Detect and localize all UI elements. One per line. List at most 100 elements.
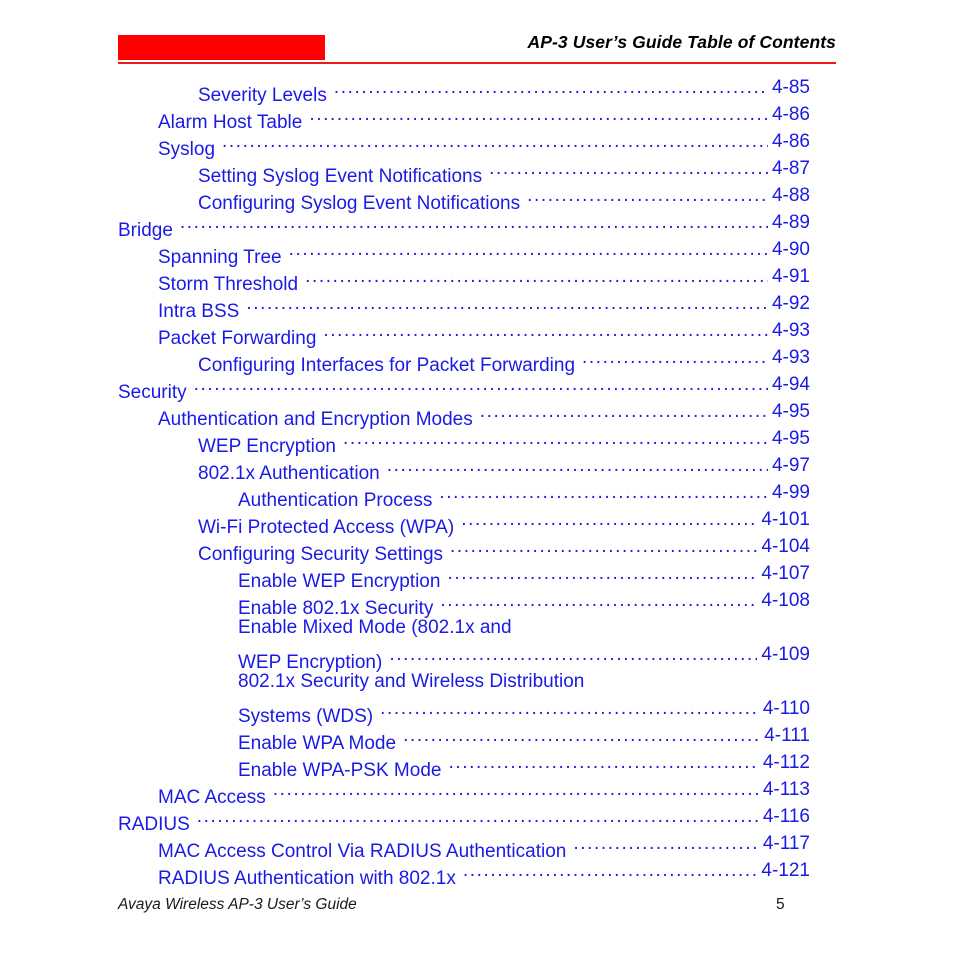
toc-entry[interactable]: Bridge4-89: [0, 209, 954, 241]
toc-entry-line: Spanning Tree: [158, 236, 768, 268]
toc-entry[interactable]: Systems (WDS)4-110: [0, 695, 954, 727]
toc-dot-leader: [582, 344, 768, 371]
toc-dot-leader: [480, 398, 768, 425]
toc-dot-leader: [573, 830, 758, 857]
toc-dot-leader: [273, 776, 759, 803]
toc-dot-leader: [448, 749, 758, 776]
toc-dot-leader: [387, 452, 768, 479]
toc-entry[interactable]: Syslog4-86: [0, 128, 954, 160]
toc-entry-line: Enable Mixed Mode (802.1x and: [238, 614, 519, 641]
toc-dot-leader: [447, 560, 757, 587]
toc-entry[interactable]: Storm Threshold4-91: [0, 263, 954, 295]
toc-entry[interactable]: Configuring Syslog Event Notifications4-…: [0, 182, 954, 214]
toc-entry[interactable]: Setting Syslog Event Notifications4-87: [0, 155, 954, 187]
toc-dot-leader: [323, 317, 768, 344]
toc-dot-leader: [197, 803, 759, 830]
toc-entry[interactable]: Alarm Host Table4-86: [0, 101, 954, 133]
toc-entry-page-number-text: 4-108: [761, 590, 810, 611]
toc-entry-page-number-text: 4-87: [771, 158, 810, 179]
toc-entry-line: RADIUS: [118, 803, 759, 835]
toc-entry[interactable]: Severity Levels4-85: [0, 74, 954, 106]
toc-entry-page-number-text: 4-90: [771, 239, 810, 260]
toc-entry-line: WEP Encryption): [238, 641, 757, 673]
toc-entry-line: Authentication Process: [238, 479, 768, 511]
toc-entry[interactable]: RADIUS Authentication with 802.1x 4-121: [0, 857, 954, 889]
avaya-logo-block: [118, 35, 325, 60]
toc-entry[interactable]: Enable WPA-PSK Mode4-112: [0, 749, 954, 781]
toc-entry[interactable]: Intra BSS4-92: [0, 290, 954, 322]
toc-entry-label: RADIUS Authentication with 802.1x: [158, 868, 456, 889]
toc-entry[interactable]: Wi-Fi Protected Access (WPA)4-101: [0, 506, 954, 538]
toc-entry[interactable]: Configuring Security Settings4-104: [0, 533, 954, 565]
toc-entry-line: Intra BSS: [158, 290, 768, 322]
toc-entry[interactable]: WEP Encryption4-95: [0, 425, 954, 457]
toc-dot-leader: [289, 236, 768, 263]
toc-entry-line: 802.1x Security and Wireless Distributio…: [238, 668, 591, 695]
toc-entry-line: Packet Forwarding: [158, 317, 768, 349]
toc-entry-page-number-text: 4-97: [771, 455, 810, 476]
toc-entry-line: Configuring Interfaces for Packet Forwar…: [198, 344, 768, 376]
toc-entry-page-number-text: 4-117: [762, 833, 810, 854]
toc-entry-page-number-text: 4-121: [761, 860, 810, 881]
toc-entry-line: Enable 802.1x Security: [238, 587, 757, 619]
toc-entry-page-number-text: 4-95: [771, 401, 810, 422]
toc-entry-line: Severity Levels: [198, 74, 768, 106]
toc-entry[interactable]: Enable Mixed Mode (802.1x and: [0, 614, 954, 641]
page-header: AP-3 User’s Guide Table of Contents: [118, 28, 836, 66]
toc-entry-page-number-text: 4-86: [771, 104, 810, 125]
toc-entry[interactable]: 802.1x Security and Wireless Distributio…: [0, 668, 954, 695]
toc-entry-line: Bridge: [118, 209, 768, 241]
toc-entry-page-number-text: 4-116: [762, 806, 810, 827]
toc-entry-line: 802.1x Authentication: [198, 452, 768, 484]
toc-entry-page-number-text: 4-91: [771, 266, 810, 287]
toc-entry-page-number-text: 4-99: [771, 482, 810, 503]
toc-entry[interactable]: Authentication Process4-99: [0, 479, 954, 511]
header-title: AP-3 User’s Guide Table of Contents: [527, 32, 836, 52]
toc-entry-page-number-text: 4-107: [761, 563, 810, 584]
toc-entry[interactable]: MAC Access Control Via RADIUS Authentica…: [0, 830, 954, 862]
toc-entry-line: RADIUS Authentication with 802.1x: [158, 857, 758, 889]
toc-entry[interactable]: Spanning Tree4-90: [0, 236, 954, 268]
toc-dot-leader: [489, 155, 768, 182]
table-of-contents: Severity Levels4-85Alarm Host Table4-86S…: [0, 74, 954, 889]
toc-entry-line: Enable WPA Mode: [238, 722, 760, 754]
toc-entry-page-number-text: 4-101: [761, 509, 810, 530]
toc-entry[interactable]: Enable 802.1x Security4-108: [0, 587, 954, 619]
toc-entry[interactable]: Configuring Interfaces for Packet Forwar…: [0, 344, 954, 376]
toc-entry[interactable]: Packet Forwarding4-93: [0, 317, 954, 349]
toc-entry-page-number-text: 4-93: [771, 347, 810, 368]
toc-entry-page-number-text: 4-113: [762, 779, 810, 800]
toc-entry-page-number-text: 4-85: [771, 77, 810, 98]
toc-entry-line: Syslog: [158, 128, 768, 160]
toc-entry[interactable]: Enable WPA Mode4-111: [0, 722, 954, 754]
toc-dot-leader: [439, 479, 768, 506]
toc-dot-leader: [463, 857, 758, 884]
toc-entry[interactable]: 802.1x Authentication4-97: [0, 452, 954, 484]
toc-entry[interactable]: MAC Access4-113: [0, 776, 954, 808]
toc-entry-line: Security: [118, 371, 768, 403]
toc-entry-line: Configuring Security Settings: [198, 533, 757, 565]
toc-entry-page-number-text: 4-86: [771, 131, 810, 152]
toc-entry-page-number-text: 4-95: [771, 428, 810, 449]
toc-entry[interactable]: Authentication and Encryption Modes4-95: [0, 398, 954, 430]
toc-entry-line: MAC Access Control Via RADIUS Authentica…: [158, 830, 759, 862]
toc-entry-line: Wi-Fi Protected Access (WPA): [198, 506, 757, 538]
toc-dot-leader: [309, 101, 768, 128]
toc-entry-line: WEP Encryption: [198, 425, 768, 457]
toc-dot-leader: [403, 722, 760, 749]
toc-entry-page-number-text: 4-104: [761, 536, 810, 557]
toc-entry[interactable]: RADIUS4-116: [0, 803, 954, 835]
toc-entry-page-number-text: 4-88: [771, 185, 810, 206]
toc-dot-leader: [334, 74, 768, 101]
toc-entry-page-number-text: 4-93: [771, 320, 810, 341]
footer-page-number: 5: [776, 896, 785, 913]
toc-entry-line: Alarm Host Table: [158, 101, 768, 133]
toc-dot-leader: [389, 641, 757, 668]
toc-dot-leader: [343, 425, 768, 452]
toc-entry[interactable]: Enable WEP Encryption4-107: [0, 560, 954, 592]
toc-entry-page-number-text: 4-94: [771, 374, 810, 395]
toc-entry[interactable]: WEP Encryption)4-109: [0, 641, 954, 673]
toc-entry[interactable]: Security4-94: [0, 371, 954, 403]
toc-entry-label: Enable Mixed Mode (802.1x and: [238, 617, 512, 638]
toc-dot-leader: [527, 182, 768, 209]
